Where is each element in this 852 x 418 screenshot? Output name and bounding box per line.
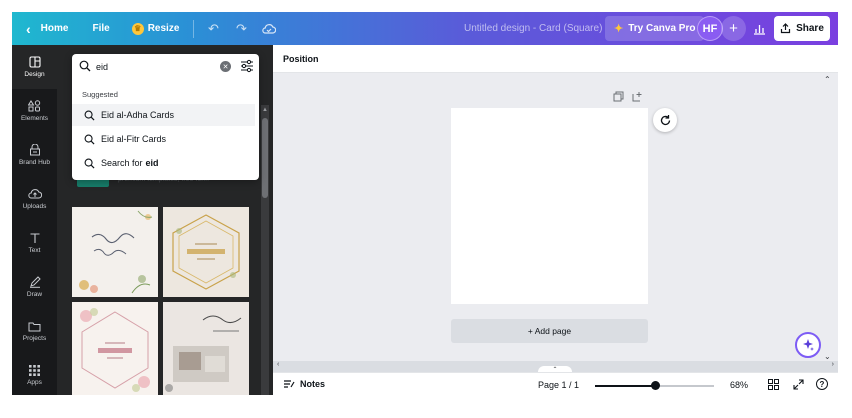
design-page[interactable] (451, 108, 648, 304)
uploads-icon (27, 189, 42, 199)
crown-icon: ✦ (614, 23, 624, 35)
thank-you-card-art (79, 210, 153, 294)
help-icon[interactable]: ? (816, 378, 828, 390)
template-thumbnail-birthday-floral[interactable] (72, 302, 158, 395)
avatar[interactable]: HF (697, 16, 723, 41)
rail-item-brand-hub[interactable]: Brand Hub (12, 133, 57, 177)
side-rail: Design Elements Brand Hub Uploads Text D… (12, 45, 57, 395)
insights-icon[interactable] (747, 16, 772, 41)
suggestion-label: Eid al-Adha Cards (101, 110, 175, 120)
undo-icon[interactable]: ↶ (204, 20, 222, 38)
scroll-up-icon[interactable]: ▲ (261, 107, 269, 115)
design-icon (28, 56, 41, 68)
top-bar: ‹ Home File ♛ Resize ↶ ↷ Untitled design… (12, 12, 838, 45)
duplicate-page-icon[interactable] (613, 91, 624, 102)
rail-label: Text (28, 247, 41, 254)
try-pro-button[interactable]: ✦ Try Canva Pro (605, 16, 705, 41)
resize-button[interactable]: ♛ Resize (131, 12, 180, 45)
zoom-percentage[interactable]: 68% (730, 380, 748, 390)
scroll-up-icon[interactable]: ⌃ (824, 75, 831, 84)
template-thumbnail-birthday-gold[interactable] (163, 207, 249, 297)
add-collaborator-button[interactable]: + (721, 16, 746, 41)
suggested-heading: Suggested (82, 90, 118, 99)
crown-icon: ♛ (131, 22, 144, 35)
document-title[interactable]: Untitled design - Card (Square) (464, 12, 602, 45)
birthday-photo-card-art (165, 315, 242, 392)
rail-label: Apps (27, 378, 42, 386)
search-icon (84, 158, 95, 169)
birthday-floral-card-art (80, 308, 150, 392)
suggestion-label: Eid al-Fitr Cards (101, 134, 167, 144)
template-thumbnail-birthday-photo[interactable] (163, 302, 249, 395)
add-page-icon[interactable] (632, 91, 643, 102)
toolbar-divider (193, 19, 195, 38)
elements-icon (28, 100, 41, 112)
panel-scrollbar-thumb[interactable] (262, 118, 268, 198)
draw-icon (29, 276, 41, 288)
file-menu-button[interactable]: File (92, 12, 109, 45)
home-button[interactable]: ‹ Home (26, 12, 68, 45)
rail-item-apps[interactable]: Apps (12, 353, 57, 397)
search-input[interactable] (96, 59, 216, 75)
share-label: Share (796, 23, 824, 34)
rail-item-uploads[interactable]: Uploads (12, 177, 57, 221)
rail-label: Draw (26, 291, 43, 298)
search-icon (84, 110, 95, 121)
resize-label: Resize (147, 23, 180, 34)
suggestion-item[interactable]: Eid al-Fitr Cards (72, 128, 255, 150)
search-for-term: eid (145, 158, 159, 168)
rail-label: Projects (22, 334, 47, 342)
fullscreen-icon[interactable] (793, 379, 804, 390)
try-pro-label: Try Canva Pro (628, 23, 696, 34)
zoom-slider-fill (595, 385, 656, 387)
search-for-prefix: Search for (101, 158, 143, 168)
rail-item-projects[interactable]: Projects (12, 309, 57, 353)
apps-icon (29, 364, 40, 376)
search-icon (79, 60, 91, 72)
rail-item-draw[interactable]: Draw (12, 265, 57, 309)
magic-assistant-icon[interactable] (795, 332, 821, 358)
cloud-save-icon[interactable] (260, 20, 278, 38)
rail-label: Elements (20, 115, 49, 122)
rail-label: Design (24, 71, 45, 78)
chevron-left-icon: ‹ (26, 20, 31, 37)
notes-button[interactable]: Notes (283, 379, 325, 389)
text-icon (30, 233, 39, 243)
rail-label: Brand Hub (18, 159, 51, 166)
birthday-gold-card-art (172, 214, 240, 290)
rail-item-design[interactable]: Design (12, 45, 57, 89)
share-button[interactable]: Share (774, 16, 830, 41)
zoom-slider-handle[interactable] (651, 381, 661, 390)
template-thumbnail-thank-you[interactable] (72, 207, 158, 297)
home-label: Home (40, 23, 69, 34)
scroll-down-icon[interactable]: ⌄ (824, 352, 831, 361)
projects-icon (28, 322, 41, 331)
share-icon (780, 23, 791, 34)
clear-search-icon[interactable]: ✕ (220, 61, 231, 72)
brand-hub-icon (29, 144, 40, 156)
search-box: ✕ (72, 54, 259, 80)
editor-toolbar: Position (273, 45, 838, 73)
filter-icon[interactable] (240, 59, 254, 73)
page-tools (613, 91, 643, 102)
search-icon (84, 134, 95, 145)
notes-label: Notes (300, 379, 326, 389)
scroll-left-icon[interactable]: ‹ (277, 361, 279, 368)
editor-footer: Notes Page 1 / 1 68% ? (273, 372, 838, 396)
page-indicator[interactable]: Page 1 / 1 (538, 380, 579, 390)
rail-item-text[interactable]: Text (12, 221, 57, 265)
add-page-button[interactable]: + Add page (451, 319, 648, 343)
scroll-right-icon[interactable]: › (832, 361, 834, 368)
position-button[interactable]: Position (283, 54, 319, 64)
rail-label: Uploads (22, 203, 47, 210)
search-for-item[interactable]: Search for eid (72, 152, 255, 174)
notes-icon (284, 380, 295, 388)
redo-icon[interactable]: ↷ (232, 20, 250, 38)
suggestion-item[interactable]: Eid al-Adha Cards (72, 104, 255, 126)
rail-item-elements[interactable]: Elements (12, 89, 57, 133)
search-dropdown: ✕ Suggested Eid al-Adha Cards Eid al-Fit… (72, 54, 259, 180)
grid-view-icon[interactable] (768, 379, 779, 390)
refresh-icon[interactable] (653, 108, 677, 132)
